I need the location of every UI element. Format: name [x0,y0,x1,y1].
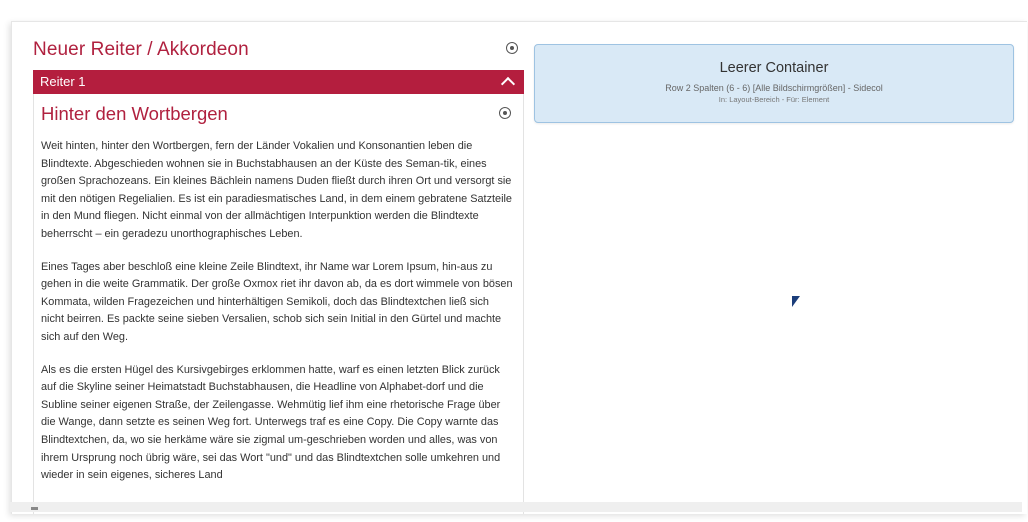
accordion-panel: Hinter den Wortbergen Weit hinten, hinte… [33,94,524,514]
accordion-header: Neuer Reiter / Akkordeon [33,37,524,67]
section-title: Hinter den Wortbergen [41,103,228,124]
editor-frame: Neuer Reiter / Akkordeon Reiter 1 Hinter… [11,21,1027,514]
section-body: Weit hinten, hinter den Wortbergen, fern… [34,126,523,485]
chevron-up-icon[interactable] [500,76,516,92]
accordion-tab[interactable]: Reiter 1 [33,70,524,94]
scrollbar-thumb[interactable] [31,507,38,510]
tab-label: Reiter 1 [40,74,86,89]
settings-icon[interactable] [506,42,518,54]
horizontal-scrollbar[interactable] [10,502,1022,512]
settings-icon[interactable] [499,107,511,119]
accordion-title: Neuer Reiter / Akkordeon [33,39,249,60]
container-subtitle: Row 2 Spalten (6 - 6) [Alle Bildschirmgr… [665,83,883,93]
mouse-cursor-icon [792,296,800,307]
paragraph: Eines Tages aber beschloß eine kleine Ze… [41,260,513,343]
empty-container[interactable]: Leerer Container Row 2 Spalten (6 - 6) [… [534,44,1014,123]
accordion-column: Neuer Reiter / Akkordeon Reiter 1 Hinter… [33,37,524,514]
paragraph: Weit hinten, hinter den Wortbergen, fern… [41,140,512,240]
paragraph: Als es die ersten Hügel des Kursivgebirg… [41,363,501,482]
container-meta: In: Layout-Bereich - Für: Element [718,95,830,104]
section-header: Hinter den Wortbergen [34,94,523,126]
container-title: Leerer Container [719,60,829,76]
